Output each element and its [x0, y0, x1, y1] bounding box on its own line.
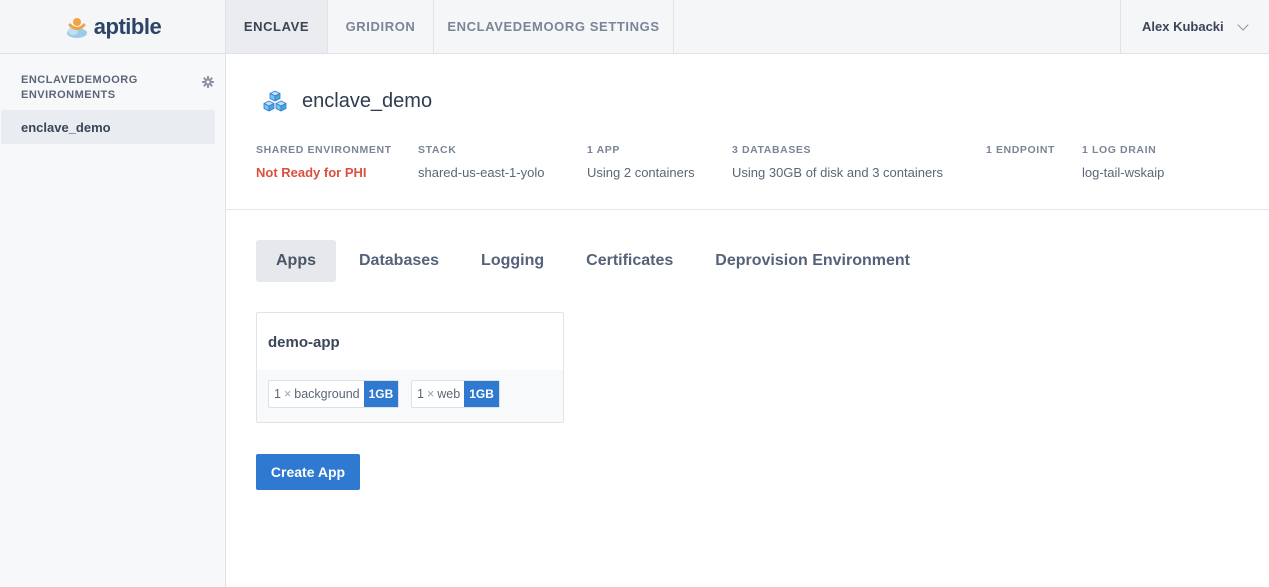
sidebar: ENCLAVEDEMOORG ENVIRONMENTS enclave_demo: [0, 54, 226, 587]
stat-value: shared-us-east-1-yolo: [418, 165, 545, 180]
times-sign: ×: [283, 387, 292, 401]
page-title: enclave_demo: [302, 90, 433, 112]
brand-logo[interactable]: aptible: [0, 0, 226, 53]
main-content: enclave_demo SHARED ENVIRONMENT Not Read…: [226, 54, 1269, 587]
nav-tab-org-settings[interactable]: ENCLAVEDEMOORG SETTINGS: [434, 0, 674, 53]
app-services: 1 × background 1GB 1 × web 1GB: [257, 370, 563, 422]
gear-icon[interactable]: [202, 76, 214, 88]
cubes-icon: [263, 90, 287, 112]
brand-name: aptible: [93, 13, 162, 39]
environment-header: enclave_demo SHARED ENVIRONMENT Not Read…: [226, 54, 1269, 210]
stat-value: Using 2 containers: [587, 165, 695, 180]
service-count: 1: [274, 387, 281, 401]
service-count: 1: [417, 387, 424, 401]
stat-value: log-tail-wskaip: [1082, 165, 1165, 180]
stat-label: 1 APP: [587, 144, 620, 156]
container-size: 1GB: [363, 381, 399, 407]
create-app-button[interactable]: Create App: [256, 454, 360, 490]
stat-stack: STACK shared-us-east-1-yolo: [418, 144, 544, 180]
stat-label: STACK: [418, 144, 457, 156]
service-label: 1 × background: [269, 381, 364, 407]
app-card: demo-app 1 × background 1GB 1 × web 1GB: [256, 312, 564, 423]
tab-certificates[interactable]: Certificates: [565, 240, 694, 282]
sidebar-heading: ENCLAVEDEMOORG ENVIRONMENTS: [21, 74, 138, 101]
stat-log-drains: 1 LOG DRAIN log-tail-wskaip: [1082, 144, 1164, 180]
tab-apps[interactable]: Apps: [256, 240, 336, 282]
tab-databases[interactable]: Databases: [336, 240, 459, 282]
service-name: web: [437, 387, 461, 401]
times-sign: ×: [426, 387, 435, 401]
stat-label: 1 ENDPOINT: [986, 144, 1056, 156]
stat-databases: 3 DATABASES Using 30GB of disk and 3 con…: [732, 144, 943, 180]
stat-value: Using 30GB of disk and 3 containers: [732, 165, 944, 180]
user-menu[interactable]: Alex Kubacki: [1120, 0, 1269, 53]
stat-apps: 1 APP Using 2 containers: [587, 144, 695, 180]
container-size: 1GB: [464, 381, 499, 407]
service-label: 1 × web: [412, 381, 464, 407]
stat-label: 3 DATABASES: [732, 144, 812, 156]
sidebar-item-enclave-demo[interactable]: enclave_demo: [1, 110, 215, 144]
app-name-link[interactable]: demo-app: [268, 334, 340, 351]
stat-endpoints: 1 ENDPOINT: [986, 144, 1055, 165]
tab-deprovision-environment[interactable]: Deprovision Environment: [694, 240, 931, 282]
environment-tabs: Apps Databases Logging Certificates Depr…: [256, 240, 931, 282]
nav-tab-enclave[interactable]: ENCLAVE: [226, 0, 328, 53]
service-badge-web[interactable]: 1 × web 1GB: [411, 380, 500, 408]
user-name: Alex Kubacki: [1142, 19, 1224, 34]
stat-label: 1 LOG DRAIN: [1082, 144, 1157, 156]
tab-logging[interactable]: Logging: [459, 240, 565, 282]
phi-status-value: Not Ready for PHI: [256, 165, 367, 180]
chevron-down-icon: [1237, 19, 1249, 31]
service-name: background: [294, 387, 360, 401]
stat-shared-environment: SHARED ENVIRONMENT Not Ready for PHI: [256, 144, 392, 180]
service-badge-background[interactable]: 1 × background 1GB: [268, 380, 400, 408]
stat-label: SHARED ENVIRONMENT: [256, 144, 392, 156]
top-navigation: aptible ENCLAVE GRIDIRON ENCLAVEDEMOORG …: [0, 0, 1269, 54]
nav-tab-gridiron[interactable]: GRIDIRON: [328, 0, 434, 53]
aptible-logo-icon: [66, 17, 87, 38]
